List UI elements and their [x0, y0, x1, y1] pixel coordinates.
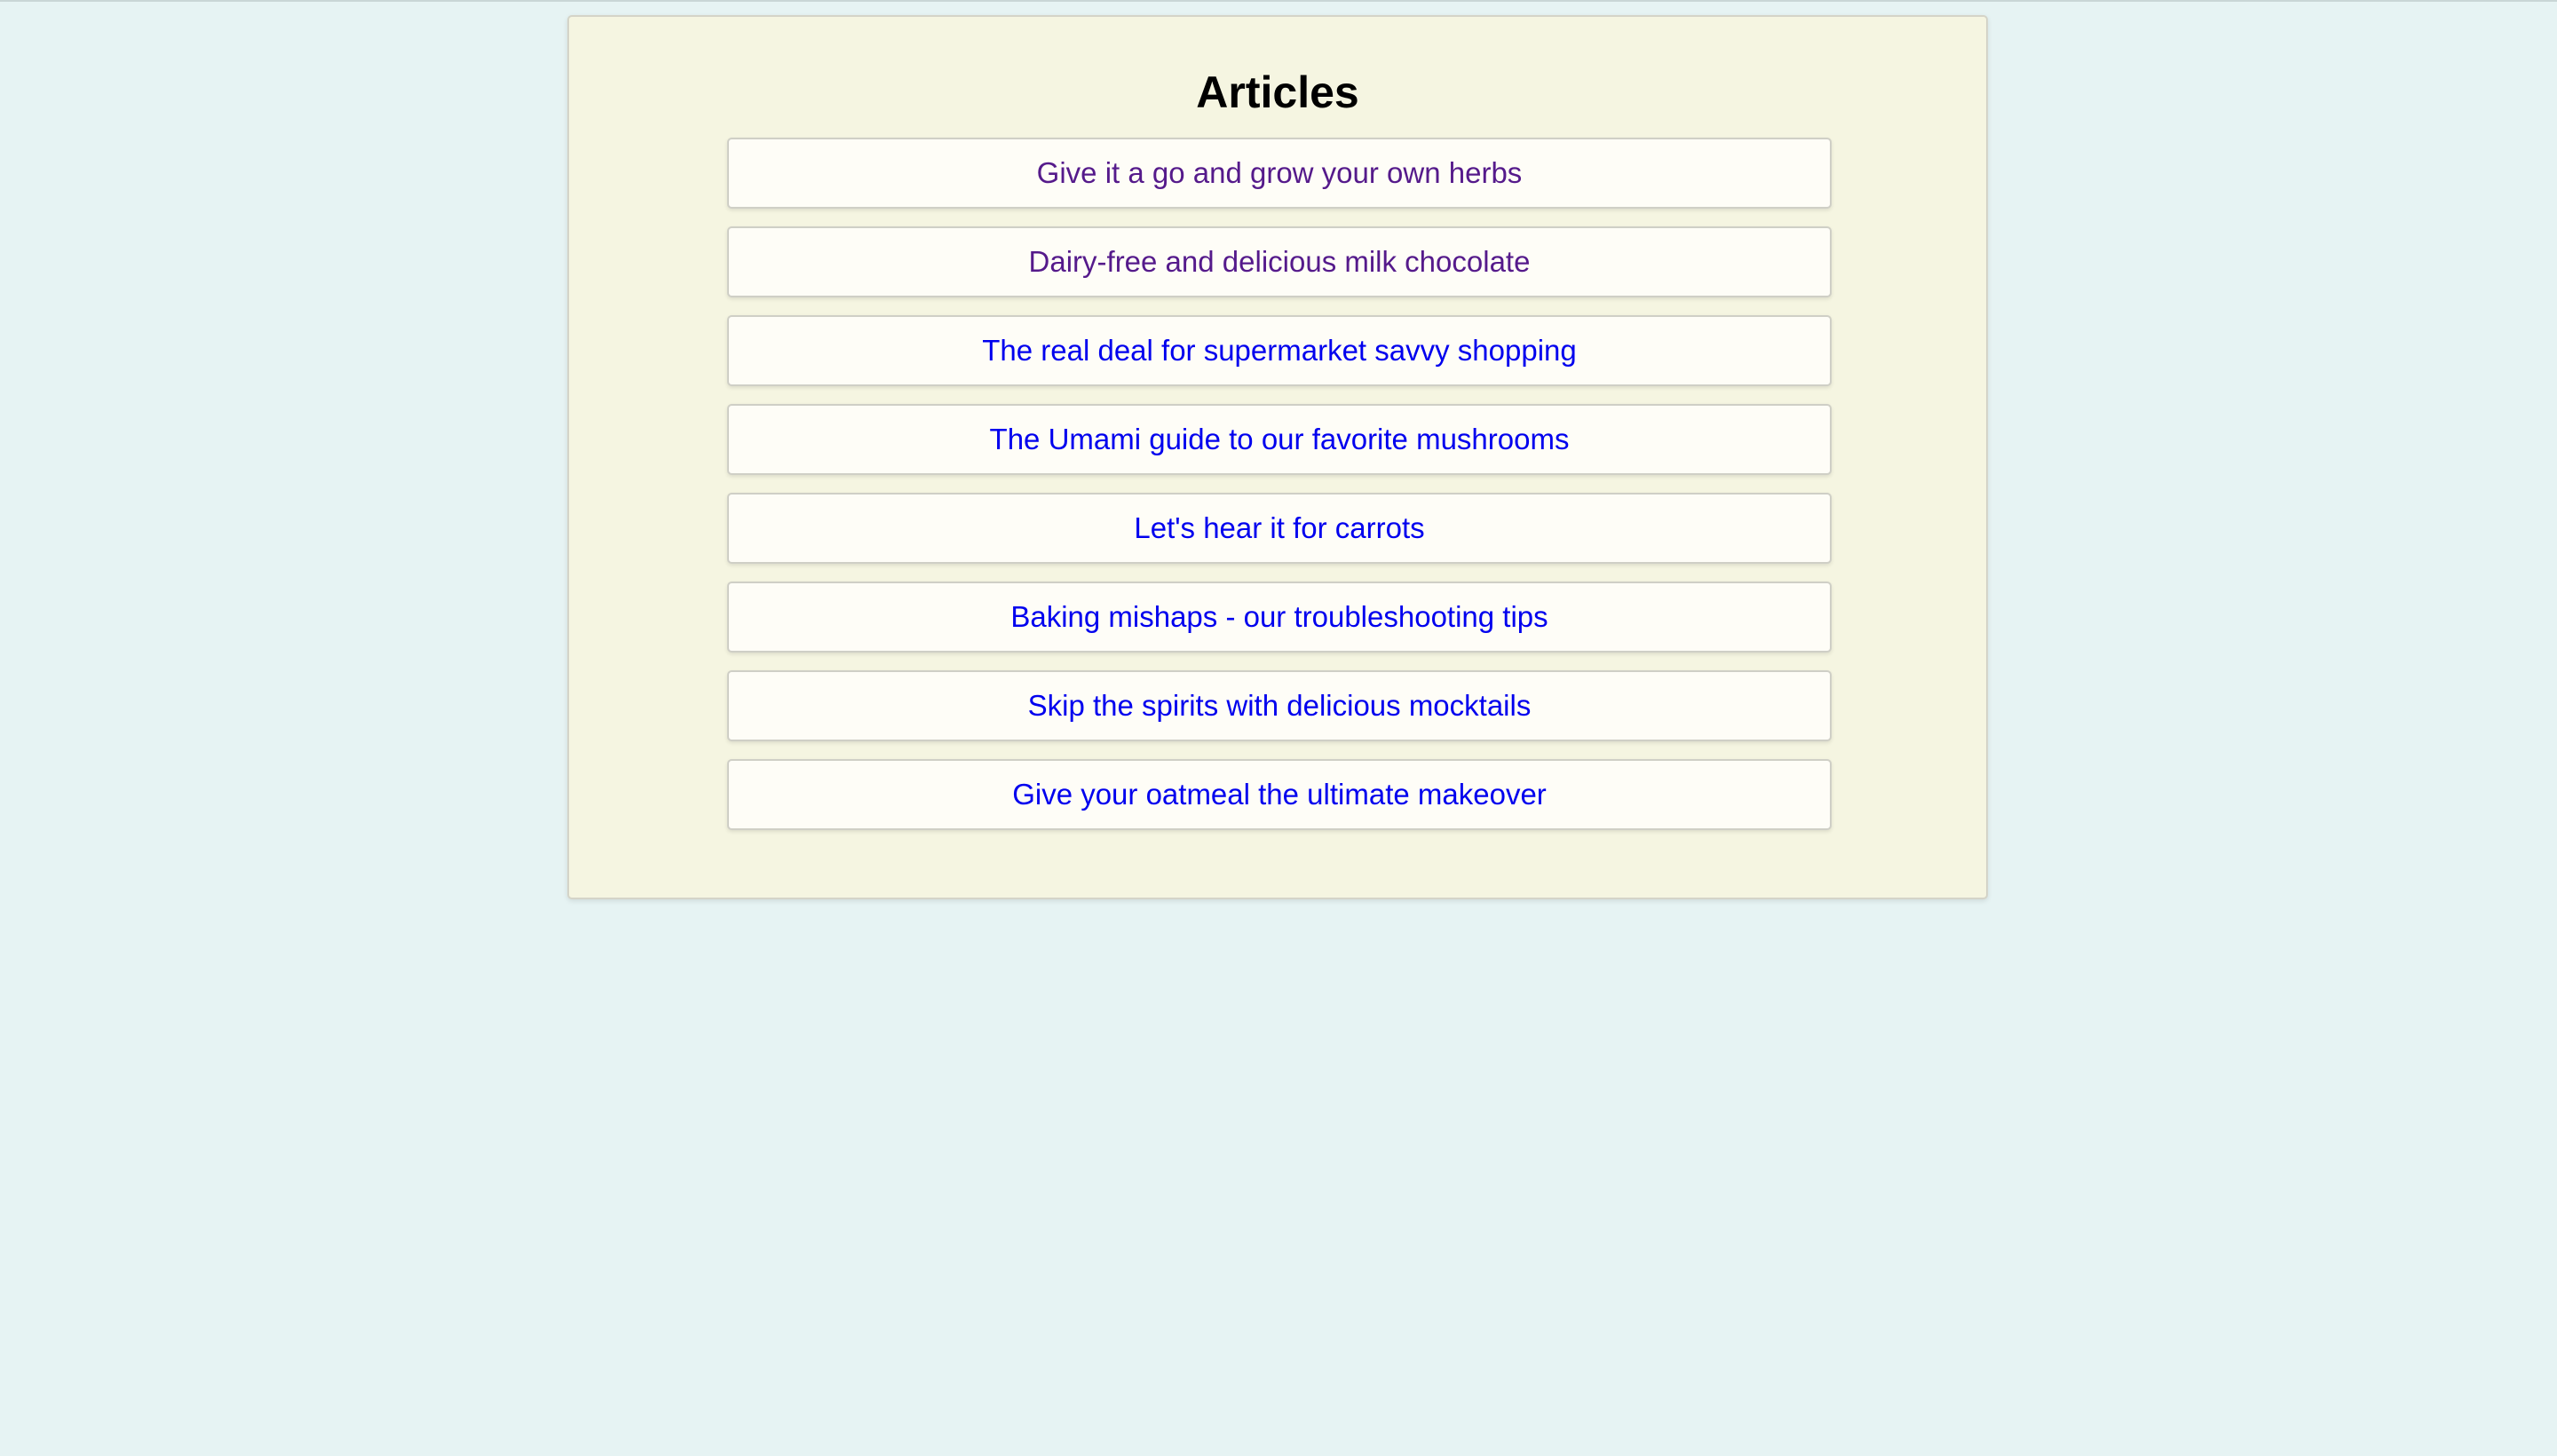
article-item[interactable]: Give it a go and grow your own herbs — [727, 138, 1832, 209]
articles-panel: Articles Give it a go and grow your own … — [567, 15, 1988, 899]
article-item[interactable]: Skip the spirits with delicious mocktail… — [727, 670, 1832, 741]
article-item[interactable]: Let's hear it for carrots — [727, 493, 1832, 564]
article-link[interactable]: The real deal for supermarket savvy shop… — [982, 334, 1577, 368]
article-item[interactable]: The real deal for supermarket savvy shop… — [727, 315, 1832, 386]
article-item[interactable]: The Umami guide to our favorite mushroom… — [727, 404, 1832, 475]
article-item[interactable]: Give your oatmeal the ultimate makeover — [727, 759, 1832, 830]
article-list: Give it a go and grow your own herbs Dai… — [727, 138, 1832, 848]
page-title: Articles — [1196, 67, 1359, 117]
article-link[interactable]: Dairy-free and delicious milk chocolate — [1029, 245, 1531, 279]
article-link[interactable]: The Umami guide to our favorite mushroom… — [990, 423, 1570, 456]
article-item[interactable]: Baking mishaps - our troubleshooting tip… — [727, 582, 1832, 653]
article-item[interactable]: Dairy-free and delicious milk chocolate — [727, 226, 1832, 297]
top-divider — [0, 0, 2557, 2]
article-link[interactable]: Skip the spirits with delicious mocktail… — [1028, 689, 1532, 723]
article-link[interactable]: Let's hear it for carrots — [1134, 511, 1424, 545]
article-link[interactable]: Give your oatmeal the ultimate makeover — [1012, 778, 1547, 811]
article-link[interactable]: Baking mishaps - our troubleshooting tip… — [1010, 600, 1548, 634]
article-link[interactable]: Give it a go and grow your own herbs — [1037, 156, 1523, 190]
